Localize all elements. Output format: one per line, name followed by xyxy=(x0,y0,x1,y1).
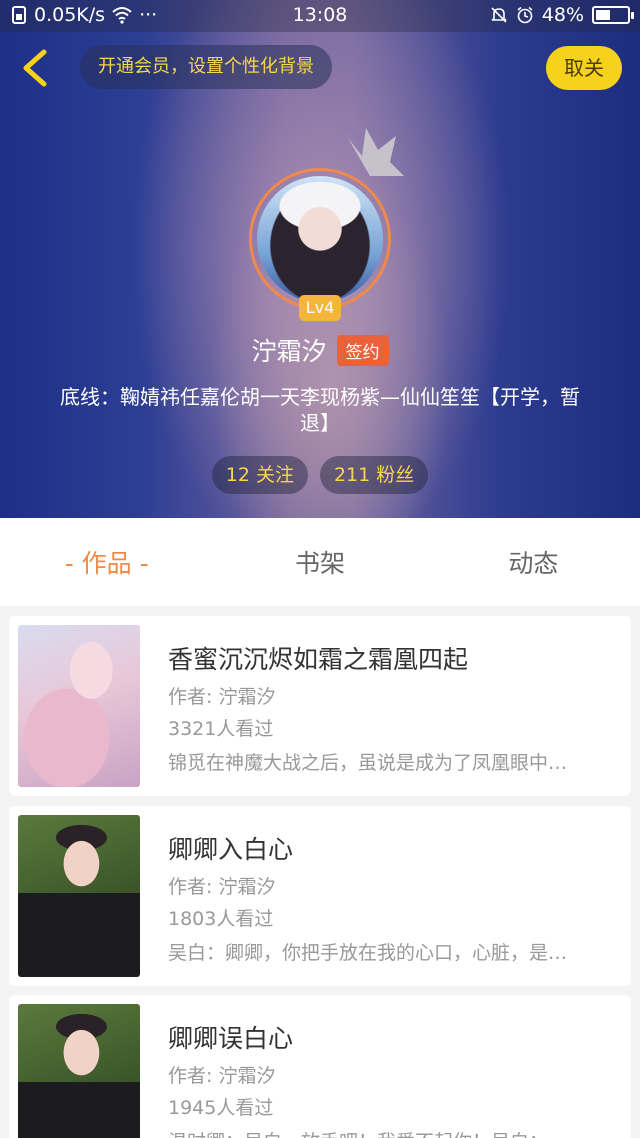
book-description: 温时卿：吴白，放手吧！我爱不起你！吴白：… xyxy=(168,1127,614,1138)
tab-bookshelf[interactable]: 书架 xyxy=(213,518,426,606)
book-description: 吴白：卿卿，你把手放在我的心口，心脏，是… xyxy=(168,942,568,964)
tab-works[interactable]: - 作品 - xyxy=(0,518,213,606)
book-cover xyxy=(18,625,140,787)
profile-header: 0.05K/s ··· 13:08 48% 开通会员，设置个性化背景 取关 Lv… xyxy=(0,0,640,518)
tab-bar: - 作品 - 书架 动态 xyxy=(0,518,640,606)
book-author: 作者: 泞霜汐 xyxy=(168,876,276,898)
book-cover xyxy=(18,815,140,977)
book-views: 1945人看过 xyxy=(168,1097,274,1119)
book-title: 香蜜沉沉烬如霜之霜凰四起 xyxy=(168,645,469,674)
book-item[interactable]: 卿卿误白心 作者: 泞霜汐 1945人看过 温时卿：吴白，放手吧！我爱不起你！吴… xyxy=(9,995,631,1138)
alarm-icon xyxy=(517,6,533,24)
battery-fill xyxy=(596,10,611,20)
vip-background-button[interactable]: 开通会员，设置个性化背景 xyxy=(80,45,332,89)
battery-percent: 48% xyxy=(541,4,584,26)
book-item[interactable]: 卿卿入白心 作者: 泞霜汐 1803人看过 吴白：卿卿，你把手放在我的心口，心脏… xyxy=(9,806,631,986)
status-bar: 0.05K/s ··· 13:08 48% xyxy=(0,0,640,32)
stats-row: 12 关注 211 粉丝 xyxy=(0,456,640,494)
unfollow-button[interactable]: 取关 xyxy=(546,46,622,90)
username: 泞霜汐 xyxy=(251,337,327,366)
signed-badge: 签约 xyxy=(336,334,389,366)
book-title: 卿卿入白心 xyxy=(168,835,294,864)
book-description: 锦觅在神魔大战之后，虽说是成为了凤凰眼中… xyxy=(168,752,568,774)
book-author: 作者: 泞霜汐 xyxy=(168,686,276,708)
book-views: 3321人看过 xyxy=(168,718,274,740)
book-views: 1803人看过 xyxy=(168,908,274,930)
battery-icon xyxy=(592,6,634,24)
avatar-image xyxy=(257,176,383,302)
name-row: 泞霜汐 签约 xyxy=(0,330,640,370)
followers-button[interactable]: 211 粉丝 xyxy=(319,456,429,494)
avatar[interactable] xyxy=(249,168,391,310)
book-cover xyxy=(18,1004,140,1138)
user-bio: 底线：鞠婧祎任嘉伦胡一天李现杨紫—仙仙笙笙【开学，暂退】 xyxy=(60,385,580,435)
level-badge: Lv4 xyxy=(299,295,341,321)
tab-activity[interactable]: 动态 xyxy=(427,518,640,606)
back-button[interactable] xyxy=(14,46,58,90)
book-item[interactable]: 香蜜沉沉烬如霜之霜凰四起 作者: 泞霜汐 3321人看过 锦觅在神魔大战之后，虽… xyxy=(9,616,631,796)
status-time: 13:08 xyxy=(292,4,348,26)
following-button[interactable]: 12 关注 xyxy=(211,456,308,494)
bell-off-icon xyxy=(491,7,507,23)
book-title: 卿卿误白心 xyxy=(168,1024,294,1053)
book-author: 作者: 泞霜汐 xyxy=(168,1065,276,1087)
